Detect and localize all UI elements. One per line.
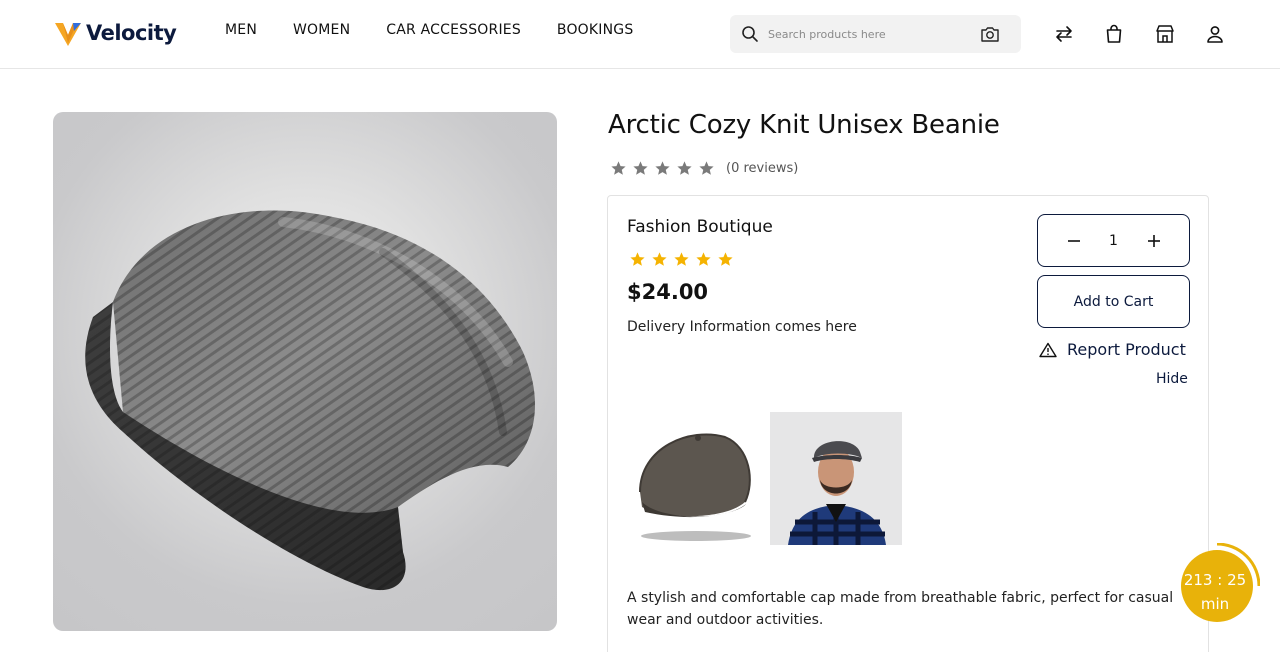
beanie-image xyxy=(85,210,535,591)
nav-bookings[interactable]: BOOKINGS xyxy=(557,22,634,38)
site-header: Velocity MEN WOMEN CAR ACCESSORIES BOOKI… xyxy=(0,0,1280,69)
star-icon xyxy=(611,161,626,175)
delivery-info: Delivery Information comes here xyxy=(627,319,857,335)
nav-women[interactable]: WOMEN xyxy=(293,22,350,38)
search-icon[interactable] xyxy=(741,25,759,43)
thumbnail-model-with-cap[interactable] xyxy=(770,412,902,545)
nav-men[interactable]: MEN xyxy=(225,22,257,38)
quantity-stepper: 1 xyxy=(1037,214,1190,267)
nav-car-accessories[interactable]: CAR ACCESSORIES xyxy=(386,22,521,38)
user-icon[interactable] xyxy=(1204,23,1226,45)
product-description: A stylish and comfortable cap made from … xyxy=(627,590,1174,628)
product-price: $24.00 xyxy=(627,280,709,304)
purchase-card: Fashion Boutique $24.00 Delivery Informa… xyxy=(607,195,1209,652)
camera-icon[interactable] xyxy=(980,25,1000,43)
main-nav: MEN WOMEN CAR ACCESSORIES BOOKINGS xyxy=(225,22,633,38)
shopping-bag-icon[interactable] xyxy=(1103,23,1125,45)
report-product-label: Report Product xyxy=(1067,340,1186,359)
quantity-value[interactable]: 1 xyxy=(1084,233,1144,249)
brand-name: Velocity xyxy=(86,21,177,45)
reviews-count[interactable]: (0 reviews) xyxy=(726,161,798,176)
star-icon xyxy=(652,252,667,266)
model-with-cap-image xyxy=(770,412,902,545)
star-icon xyxy=(655,161,670,175)
timer-value: 213 : 25 xyxy=(1183,571,1247,589)
velocity-logo-icon xyxy=(55,23,81,46)
star-icon xyxy=(696,252,711,266)
thumbnail-flat-cap[interactable] xyxy=(630,412,762,545)
countdown-timer-text: 213 : 25 min xyxy=(1180,568,1250,616)
star-icon xyxy=(699,161,714,175)
product-main-image[interactable] xyxy=(53,112,557,631)
plus-icon xyxy=(1147,234,1160,247)
seller-rating xyxy=(629,251,739,268)
star-icon xyxy=(630,252,645,266)
decrease-quantity-button[interactable] xyxy=(1064,231,1084,251)
flat-cap-image xyxy=(639,433,751,541)
seller-name[interactable]: Fashion Boutique xyxy=(627,217,773,237)
search-bar xyxy=(730,15,1021,53)
add-to-cart-button[interactable]: Add to Cart xyxy=(1037,275,1190,328)
star-icon xyxy=(674,252,689,266)
logo[interactable]: Velocity xyxy=(54,19,177,47)
report-product-link[interactable]: Report Product xyxy=(1039,340,1186,359)
increase-quantity-button[interactable] xyxy=(1144,231,1164,251)
product-rating: (0 reviews) xyxy=(610,160,798,177)
hide-link[interactable]: Hide xyxy=(1156,371,1188,387)
star-icon xyxy=(718,252,733,266)
timer-unit: min xyxy=(1200,595,1230,613)
star-icon xyxy=(633,161,648,175)
store-icon[interactable] xyxy=(1154,23,1176,45)
minus-icon xyxy=(1067,239,1080,242)
product-title: Arctic Cozy Knit Unisex Beanie xyxy=(608,110,1000,140)
search-input[interactable] xyxy=(768,24,968,44)
star-icon xyxy=(677,161,692,175)
compare-arrows-icon[interactable] xyxy=(1053,23,1075,45)
warning-icon xyxy=(1039,342,1057,357)
